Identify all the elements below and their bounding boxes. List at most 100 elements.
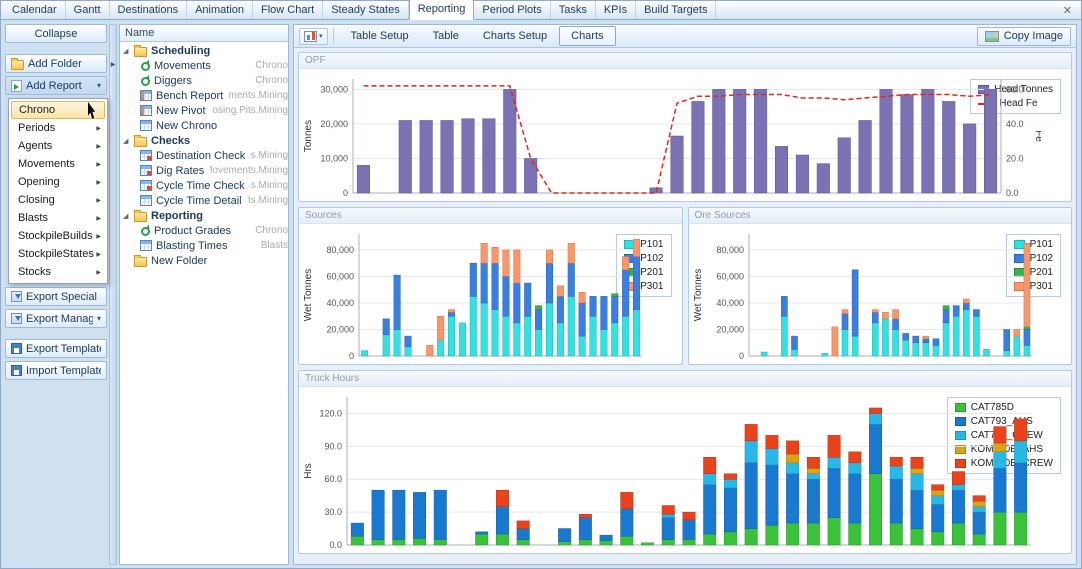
pivot-icon xyxy=(140,90,152,101)
main-tabs-host: Calendar Gantt Destinations Animation Flow C… xyxy=(4,0,717,20)
view-tab-charts[interactable]: Charts xyxy=(559,26,616,46)
view-tab-charts-setup[interactable]: Charts Setup xyxy=(471,26,559,46)
collapse-node-icon[interactable]: ◢ xyxy=(123,212,134,220)
tree-folder-scheduling[interactable]: ◢ Scheduling xyxy=(120,43,288,58)
folder-icon xyxy=(134,134,147,147)
submenu-arrow-icon: ▶ xyxy=(96,143,101,150)
submenu-arrow-icon: ▶ xyxy=(96,251,101,258)
add-folder-label: Add Folder xyxy=(28,57,82,70)
collapse-node-icon[interactable]: ◢ xyxy=(123,137,134,145)
tree-column-header[interactable]: Name xyxy=(120,25,288,42)
tree-folder-label: Scheduling xyxy=(151,44,211,57)
tree-folder-new-folder[interactable]: New Folder xyxy=(120,253,288,268)
tree-item-dig-rates[interactable]: Dig Rates Movements.Mining xyxy=(120,163,288,178)
grid-icon xyxy=(140,240,152,251)
svg-text:80,000: 80,000 xyxy=(716,245,744,255)
chevron-down-icon: ▾ xyxy=(319,33,323,40)
svg-text:Fe: Fe xyxy=(1033,130,1041,142)
menu-item-agents[interactable]: Agents ▶ xyxy=(11,137,105,155)
submenu-arrow-icon: ▶ xyxy=(96,161,101,168)
submenu-arrow-icon: ▶ xyxy=(96,269,101,276)
save-icon xyxy=(11,365,22,376)
menu-item-periods[interactable]: Periods ▶ xyxy=(11,119,105,137)
svg-text:Wet Tonnes: Wet Tonnes xyxy=(303,269,314,321)
add-folder-button[interactable]: Add Folder xyxy=(5,54,107,73)
tab-flow-chart[interactable]: Flow Chart xyxy=(253,1,324,19)
tree-item-cycle-time-detail[interactable]: Cycle Time Detail Movements.Mining xyxy=(120,193,288,208)
menu-item-label: Opening xyxy=(18,176,60,188)
tree-folder-label: Checks xyxy=(151,134,191,147)
tree-item-label: Cycle Time Check xyxy=(156,179,245,192)
menu-item-movements[interactable]: Movements ▶ xyxy=(11,155,105,173)
tab-calendar[interactable]: Calendar xyxy=(4,1,66,19)
menu-item-stockpilestates[interactable]: StockpileStates ▶ xyxy=(11,245,105,263)
tab-steady-states[interactable]: Steady States xyxy=(323,1,409,19)
chart-title: OPF xyxy=(299,53,1071,69)
close-icon[interactable]: ✕ xyxy=(1054,2,1081,19)
ore-sources-plot: 0 20,000 40,000 60,000 80,000 Wet Tonnes xyxy=(691,226,1032,362)
menu-item-blasts[interactable]: Blasts ▶ xyxy=(11,209,105,227)
report-toolbar: ▾ Table Setup Table Charts Setup Charts Cop… xyxy=(294,25,1076,48)
chart-type-dropdown[interactable]: ▾ xyxy=(299,27,328,45)
view-tab-table[interactable]: Table xyxy=(421,26,471,46)
splitter-collapse-icon[interactable]: ▶ xyxy=(110,61,116,68)
tree-folder-checks[interactable]: ◢ Checks xyxy=(120,133,288,148)
tab-kpis[interactable]: KPIs xyxy=(596,1,637,19)
menu-item-closing[interactable]: Closing ▶ xyxy=(11,191,105,209)
tree-item-product-grades[interactable]: Product Grades Chrono xyxy=(120,223,288,238)
menu-item-stockpilebuilds[interactable]: StockpileBuilds ▶ xyxy=(11,227,105,245)
svg-text:90.0: 90.0 xyxy=(324,441,342,451)
collapse-label: Collapse xyxy=(34,27,78,40)
view-tab-table-setup[interactable]: Table Setup xyxy=(339,26,421,46)
tree-item-new-chrono[interactable]: New Chrono xyxy=(120,118,288,133)
content-area: Collapse Add Folder Add Report ▾ Export … xyxy=(1,20,1081,569)
tree-folder-label: Reporting xyxy=(151,209,203,222)
truck-hours-chart-panel: Truck Hours 0.0 30.0 60.0 90.0 120.0 Hrs CAT7… xyxy=(298,370,1072,554)
chrono-icon xyxy=(141,76,150,86)
sources-chart-panel: Sources 0 20,000 40,000 60,000 80,000 Wet Ton… xyxy=(298,207,683,365)
tab-period-plots[interactable]: Period Plots xyxy=(474,1,551,19)
export-templates-button[interactable]: Export Templates xyxy=(5,339,107,358)
tree-item-label: Bench Report xyxy=(156,89,224,102)
report-main-panel: ▾ Table Setup Table Charts Setup Charts Cop… xyxy=(293,24,1077,565)
tree-item-label: Diggers xyxy=(154,74,192,87)
opf-plot: 0 10,000 20,000 30,000 0.0 20.0 40.0 60.0 Tonnes… xyxy=(301,71,1041,199)
menu-item-opening[interactable]: Opening ▶ xyxy=(11,173,105,191)
tree-item-bench-report[interactable]: Bench Report Movements.Mining xyxy=(120,88,288,103)
tree-item-type: Closing.Pits.Mining xyxy=(212,105,288,116)
tab-build-targets[interactable]: Build Targets xyxy=(636,1,717,19)
tab-gantt[interactable]: Gantt xyxy=(66,1,110,19)
tab-animation[interactable]: Animation xyxy=(187,1,254,19)
tree-item-cycle-time-check[interactable]: Cycle Time Check Movements.Mining xyxy=(120,178,288,193)
collapse-button[interactable]: Collapse xyxy=(5,24,107,43)
tree-item-destination-check[interactable]: Destination Check Movements.Mining xyxy=(120,148,288,163)
export-special-button[interactable]: Export Special xyxy=(5,287,107,306)
tree-item-blasting-times[interactable]: Blasting Times Blasts xyxy=(120,238,288,253)
import-template-button[interactable]: Import Template xyxy=(5,361,107,380)
charts-area: OPF 0 10,000 20,000 30,000 0.0 20.0 40.0 60.0 To… xyxy=(294,48,1076,564)
tree-folder-reporting[interactable]: ◢ Reporting xyxy=(120,208,288,223)
sources-plot-svg: 0 20,000 40,000 60,000 80,000 Wet Tonnes xyxy=(303,234,642,361)
folder-icon xyxy=(134,209,147,222)
menu-item-stocks[interactable]: Stocks ▶ xyxy=(11,263,105,281)
copy-image-button[interactable]: Copy Image xyxy=(976,26,1071,46)
opf-plot-svg: 0 10,000 20,000 30,000 0.0 20.0 40.0 60.0 Tonnes… xyxy=(303,79,1041,198)
ore-sources-chart-body: 0 20,000 40,000 60,000 80,000 Wet Tonnes P101… xyxy=(689,224,1072,364)
folder-icon xyxy=(134,44,147,57)
tab-tasks[interactable]: Tasks xyxy=(551,1,596,19)
menu-item-label: Closing xyxy=(18,194,55,206)
tree-item-new-pivot[interactable]: New Pivot Closing.Pits.Mining xyxy=(120,103,288,118)
tab-reporting[interactable]: Reporting xyxy=(408,0,475,20)
export-templates-label: Export Templates xyxy=(26,342,101,355)
add-report-button[interactable]: Add Report ▾ xyxy=(5,76,107,95)
export-manager-button[interactable]: Export Manager ▾ xyxy=(5,309,107,328)
toolbar-separator xyxy=(332,28,334,44)
tree-item-movements[interactable]: Movements Chrono xyxy=(120,58,288,73)
collapse-node-icon[interactable]: ◢ xyxy=(123,47,134,55)
sidebar-splitter[interactable]: ▶ xyxy=(109,24,117,565)
tab-destinations[interactable]: Destinations xyxy=(110,1,188,19)
menu-item-label: StockpileStates xyxy=(18,248,94,260)
truck-hours-plot: 0.0 30.0 60.0 90.0 120.0 Hrs xyxy=(301,389,1031,551)
tree-item-diggers[interactable]: Diggers Chrono xyxy=(120,73,288,88)
